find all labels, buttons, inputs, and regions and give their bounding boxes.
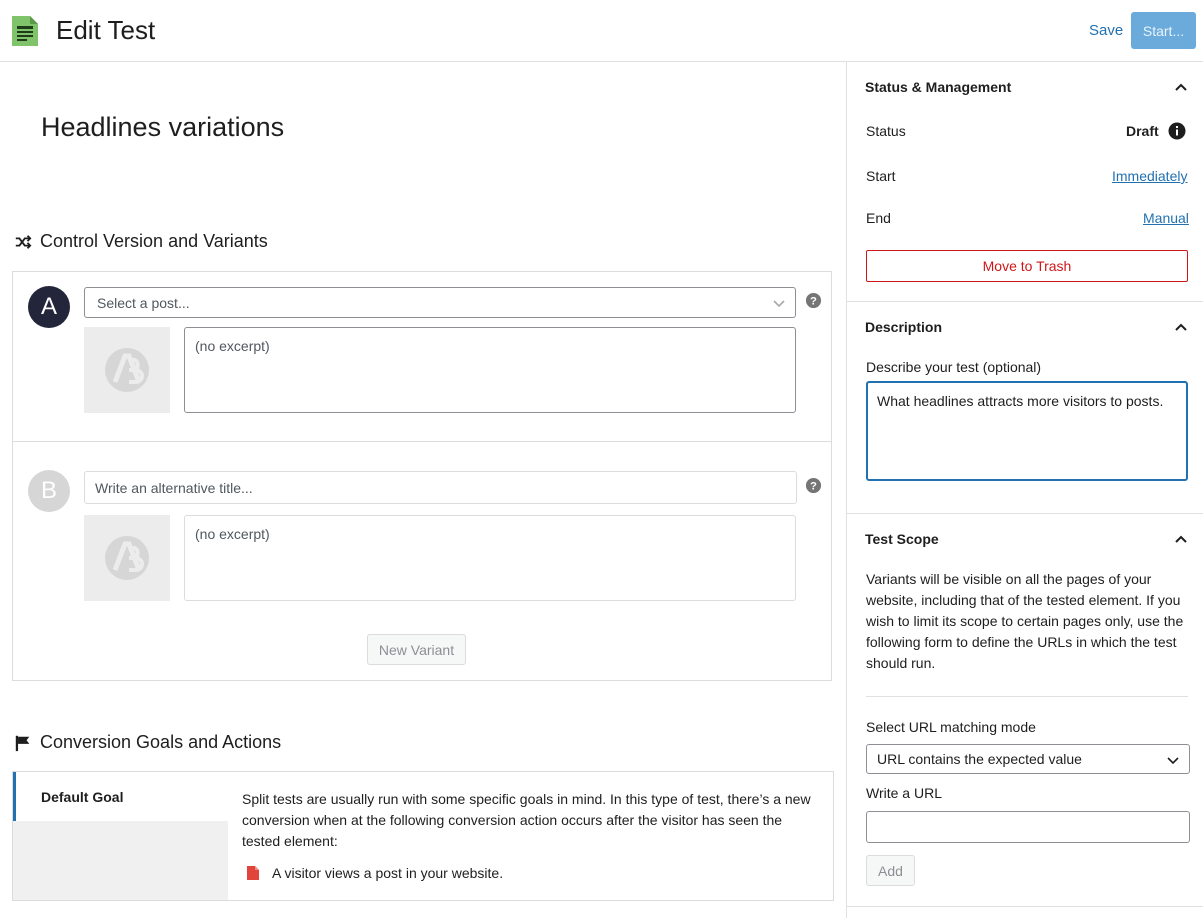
start-label: Start [866, 168, 896, 184]
chevron-down-icon [773, 300, 785, 308]
svg-text:?: ? [810, 295, 817, 307]
goals-heading: Conversion Goals and Actions [14, 732, 281, 753]
goals-box: Default Goal Split tests are usually run… [12, 771, 834, 901]
variant-b: B Write an alternative title... ? (no ex… [13, 442, 831, 682]
goals-heading-label: Conversion Goals and Actions [40, 732, 282, 752]
variants-box: A Select a post... ? (no excerpt) B Writ… [12, 271, 832, 681]
save-button[interactable]: Save [1089, 22, 1123, 39]
chevron-up-icon[interactable] [1173, 319, 1189, 335]
status-panel-title[interactable]: Status & Management [865, 79, 1011, 95]
excerpt-b: (no excerpt) [184, 515, 796, 601]
test-page-icon [12, 16, 38, 46]
placeholder-logo-icon [105, 536, 149, 580]
status-label: Status [866, 123, 906, 139]
url-mode-label: Select URL matching mode [866, 719, 1036, 735]
variant-a: A Select a post... ? (no excerpt) [13, 272, 831, 442]
help-icon[interactable]: ? [805, 292, 822, 309]
goal-tabs: Default Goal [13, 772, 228, 900]
url-input[interactable] [866, 811, 1190, 843]
chevron-down-icon [1167, 757, 1179, 765]
post-thumbnail [84, 327, 170, 413]
alternative-title-input[interactable]: Write an alternative title... [84, 471, 797, 504]
url-field-label: Write a URL [866, 785, 942, 801]
status-panel: Status & Management Status Draft Start I… [847, 62, 1203, 302]
svg-text:?: ? [810, 480, 817, 492]
variants-heading-label: Control Version and Variants [40, 231, 268, 251]
info-icon[interactable] [1168, 122, 1186, 140]
start-value-link[interactable]: Immediately [1112, 168, 1187, 184]
description-textarea[interactable]: What headlines attracts more visitors to… [866, 381, 1188, 481]
document-icon [247, 866, 259, 880]
variant-b-badge: B [28, 470, 70, 512]
conversion-action-label: A visitor views a post in your website. [272, 865, 504, 881]
goal-description: Split tests are usually run with some sp… [242, 791, 811, 849]
add-url-button[interactable]: Add [866, 855, 915, 886]
scope-description: Variants will be visible on all the page… [866, 571, 1184, 671]
conversion-action[interactable]: A visitor views a post in your website. [246, 865, 503, 881]
flag-icon [15, 735, 30, 751]
chevron-up-icon[interactable] [1173, 79, 1189, 95]
help-icon[interactable]: ? [805, 477, 822, 494]
test-name[interactable]: Headlines variations [41, 112, 284, 143]
goal-tab-default[interactable]: Default Goal [13, 772, 228, 821]
scope-panel-title[interactable]: Test Scope [865, 531, 939, 547]
select-post-placeholder: Select a post... [97, 294, 190, 311]
top-bar: Edit Test Save Start... [0, 0, 1203, 62]
new-variant-button[interactable]: New Variant [367, 634, 466, 665]
chevron-up-icon[interactable] [1173, 531, 1189, 547]
main-content: Headlines variations Control Version and… [0, 62, 846, 918]
status-value: Draft [1126, 123, 1159, 139]
sidebar: Status & Management Status Draft Start I… [846, 62, 1203, 918]
page-title: Edit Test [56, 15, 156, 45]
url-matching-mode-select[interactable]: URL contains the expected value [866, 744, 1190, 774]
select-post-dropdown[interactable]: Select a post... [84, 287, 796, 318]
move-to-trash-button[interactable]: Move to Trash [866, 250, 1188, 282]
end-label: End [866, 210, 891, 226]
url-mode-value: URL contains the expected value [877, 751, 1082, 767]
start-button[interactable]: Start... [1131, 12, 1196, 49]
post-thumbnail [84, 515, 170, 601]
description-panel-title[interactable]: Description [865, 319, 942, 335]
shuffle-icon [15, 234, 32, 249]
excerpt-a: (no excerpt) [184, 327, 796, 413]
divider [866, 696, 1188, 697]
description-field-label: Describe your test (optional) [866, 359, 1042, 375]
variant-a-badge: A [28, 286, 70, 328]
variants-heading: Control Version and Variants [14, 231, 268, 252]
placeholder-logo-icon [105, 348, 149, 392]
end-value-link[interactable]: Manual [1143, 210, 1189, 226]
